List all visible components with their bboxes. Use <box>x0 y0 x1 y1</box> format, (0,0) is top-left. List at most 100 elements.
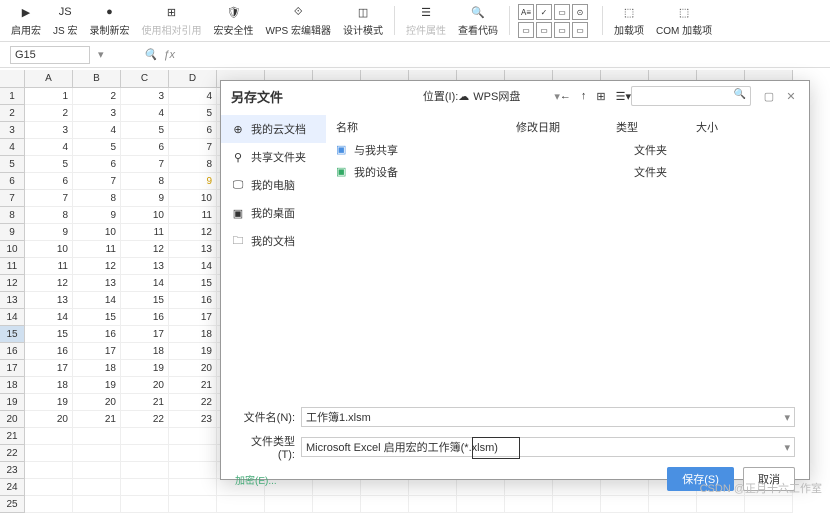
cell[interactable]: 3 <box>121 88 169 105</box>
cell[interactable] <box>73 496 121 513</box>
row-header[interactable]: 8 <box>0 207 25 224</box>
cell[interactable]: 16 <box>25 343 73 360</box>
sidebar-item[interactable]: ⚲共享文件夹 <box>221 143 326 171</box>
cell[interactable]: 14 <box>73 292 121 309</box>
cell[interactable]: 21 <box>121 394 169 411</box>
row-header[interactable]: 7 <box>0 190 25 207</box>
cell[interactable]: 15 <box>121 292 169 309</box>
row-header[interactable]: 24 <box>0 479 25 496</box>
cell[interactable]: 22 <box>169 394 217 411</box>
cell[interactable]: 5 <box>169 105 217 122</box>
file-item[interactable]: ▣与我共享文件夹 <box>336 139 799 161</box>
cell[interactable]: 2 <box>73 88 121 105</box>
cell[interactable] <box>649 496 697 513</box>
sidebar-item[interactable]: ▣我的桌面 <box>221 199 326 227</box>
cell[interactable]: 11 <box>25 258 73 275</box>
file-item[interactable]: ▣我的设备文件夹 <box>336 161 799 183</box>
cell[interactable]: 10 <box>73 224 121 241</box>
row-header[interactable]: 2 <box>0 105 25 122</box>
cell[interactable]: 12 <box>169 224 217 241</box>
ribbon-addon[interactable]: ⬚加载项 <box>609 2 649 39</box>
cell[interactable] <box>745 496 793 513</box>
control-icons[interactable]: A≡✓▭⊙▭▭▭▭ <box>516 2 596 39</box>
cell[interactable]: 7 <box>169 139 217 156</box>
cell[interactable]: 16 <box>121 309 169 326</box>
row-header[interactable]: 10 <box>0 241 25 258</box>
cell[interactable]: 5 <box>25 156 73 173</box>
row-header[interactable]: 20 <box>0 411 25 428</box>
cell[interactable]: 19 <box>121 360 169 377</box>
cell[interactable]: 13 <box>169 241 217 258</box>
row-header[interactable]: 18 <box>0 377 25 394</box>
cell[interactable]: 6 <box>169 122 217 139</box>
cell[interactable]: 4 <box>25 139 73 156</box>
nav-view-icon[interactable]: ☰▾ <box>616 90 631 103</box>
row-header[interactable]: 17 <box>0 360 25 377</box>
cell[interactable]: 16 <box>169 292 217 309</box>
cell[interactable]: 15 <box>73 309 121 326</box>
cell[interactable] <box>265 496 313 513</box>
cell[interactable]: 8 <box>25 207 73 224</box>
cell[interactable]: 19 <box>73 377 121 394</box>
cell[interactable]: 12 <box>121 241 169 258</box>
cell[interactable] <box>697 496 745 513</box>
window-maximize-icon[interactable]: ▢ <box>761 88 777 104</box>
cell[interactable]: 18 <box>25 377 73 394</box>
row-header[interactable]: 11 <box>0 258 25 275</box>
col-header[interactable]: A <box>25 70 73 88</box>
filename-input[interactable]: 工作簿1.xlsm▾ <box>301 407 795 427</box>
cell[interactable]: 5 <box>121 122 169 139</box>
cell[interactable]: 21 <box>73 411 121 428</box>
row-header[interactable]: 13 <box>0 292 25 309</box>
row-header[interactable]: 25 <box>0 496 25 513</box>
row-header[interactable]: 6 <box>0 173 25 190</box>
row-header[interactable]: 4 <box>0 139 25 156</box>
table-row[interactable]: 25 <box>0 496 830 513</box>
cell[interactable]: 10 <box>121 207 169 224</box>
cell[interactable]: 8 <box>73 190 121 207</box>
cell[interactable] <box>25 479 73 496</box>
cell[interactable]: 2 <box>25 105 73 122</box>
cell[interactable] <box>73 428 121 445</box>
cell[interactable]: 15 <box>25 326 73 343</box>
ribbon-shield[interactable]: 🛡宏安全性 <box>208 2 258 39</box>
cell[interactable]: 18 <box>169 326 217 343</box>
dropdown-icon[interactable]: ▾ <box>98 48 104 61</box>
ribbon-record[interactable]: ●录制新宏 <box>84 2 134 39</box>
window-close-icon[interactable]: ✕ <box>783 88 799 104</box>
cell[interactable] <box>73 479 121 496</box>
cell[interactable]: 7 <box>73 173 121 190</box>
cell[interactable]: 17 <box>169 309 217 326</box>
fx-icon[interactable]: 🔍 ƒx <box>144 48 175 61</box>
cell[interactable]: 16 <box>73 326 121 343</box>
cell[interactable]: 20 <box>25 411 73 428</box>
cell[interactable]: 9 <box>25 224 73 241</box>
cell[interactable]: 6 <box>25 173 73 190</box>
cell[interactable]: 19 <box>169 343 217 360</box>
cell[interactable] <box>121 479 169 496</box>
row-header[interactable]: 21 <box>0 428 25 445</box>
cell[interactable]: 9 <box>121 190 169 207</box>
cell[interactable]: 11 <box>169 207 217 224</box>
cell[interactable]: 20 <box>169 360 217 377</box>
cell[interactable]: 3 <box>73 105 121 122</box>
row-header[interactable]: 22 <box>0 445 25 462</box>
cell[interactable]: 3 <box>25 122 73 139</box>
ribbon-com-addon[interactable]: ⬚COM 加载项 <box>651 2 717 39</box>
cell[interactable]: 9 <box>169 173 217 190</box>
cell[interactable] <box>73 462 121 479</box>
ribbon-code[interactable]: 🔍查看代码 <box>453 2 503 39</box>
cell[interactable]: 20 <box>121 377 169 394</box>
cell[interactable] <box>25 496 73 513</box>
col-header[interactable]: C <box>121 70 169 88</box>
cell[interactable]: 19 <box>25 394 73 411</box>
cell[interactable]: 13 <box>25 292 73 309</box>
cell[interactable] <box>169 445 217 462</box>
cell[interactable] <box>169 496 217 513</box>
cell[interactable]: 11 <box>121 224 169 241</box>
cell[interactable]: 17 <box>25 360 73 377</box>
cell[interactable] <box>169 479 217 496</box>
cell[interactable]: 8 <box>169 156 217 173</box>
cell[interactable] <box>505 496 553 513</box>
cell[interactable]: 10 <box>25 241 73 258</box>
